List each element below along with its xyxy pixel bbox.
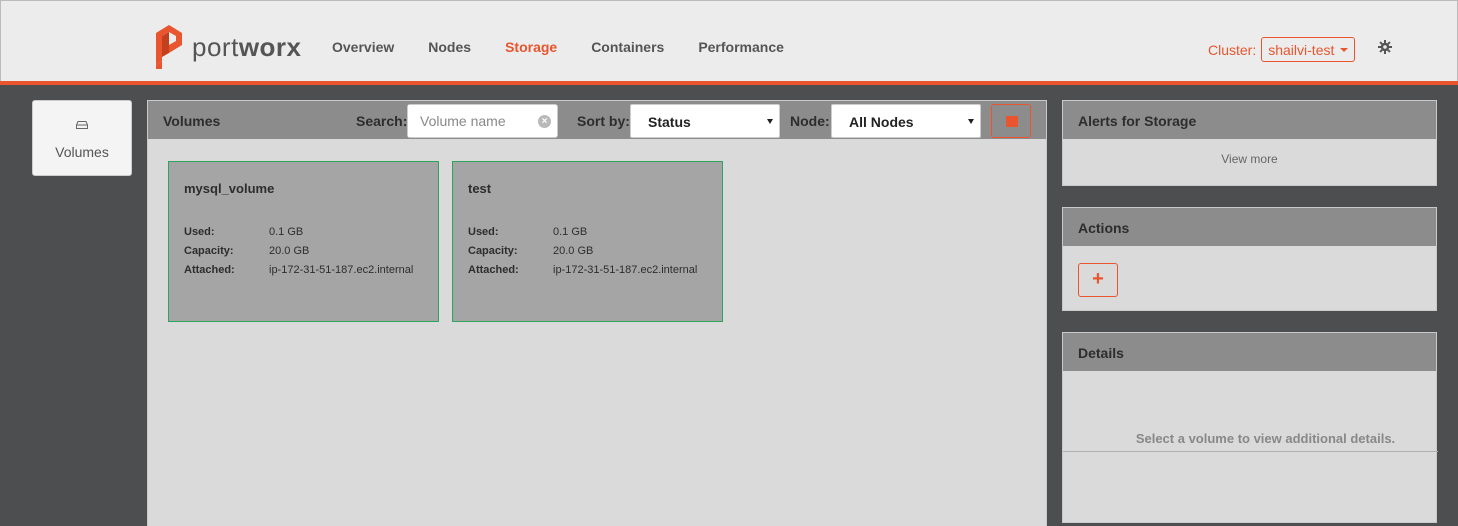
details-panel-header: Details bbox=[1063, 333, 1436, 371]
nav-overview[interactable]: Overview bbox=[332, 39, 394, 55]
nav-storage[interactable]: Storage bbox=[505, 39, 557, 55]
volume-capacity-row: Capacity: 20.0 GB bbox=[184, 245, 310, 257]
search-input[interactable] bbox=[408, 105, 528, 137]
dropdown-arrow-icon bbox=[767, 119, 773, 124]
details-empty-message: Select a volume to view additional detai… bbox=[1135, 431, 1396, 446]
clear-search-icon[interactable]: × bbox=[538, 115, 551, 128]
search-label: Search: bbox=[356, 113, 408, 129]
logo-wordmark: portworx bbox=[192, 31, 302, 62]
add-volume-button[interactable]: + bbox=[1078, 263, 1118, 297]
volumes-panel-header: Volumes Search: × Sort by: Status Node: … bbox=[148, 101, 1046, 139]
actions-panel-header: Actions bbox=[1063, 208, 1436, 246]
navbar-accent-line bbox=[0, 81, 1458, 85]
details-panel-title: Details bbox=[1078, 345, 1124, 361]
sort-select[interactable]: Status bbox=[630, 104, 780, 138]
alerts-panel: Alerts for Storage View more bbox=[1062, 100, 1437, 186]
actions-panel-title: Actions bbox=[1078, 220, 1130, 236]
volume-attached-row: Attached: ip-172-31-51-187.ec2.internal bbox=[468, 264, 698, 276]
sidebar-item-label: Volumes bbox=[55, 144, 109, 160]
volume-attached-row: Attached: ip-172-31-51-187.ec2.internal bbox=[184, 264, 414, 276]
portworx-logo[interactable]: portworx bbox=[156, 25, 302, 69]
sidebar-item-volumes[interactable]: Volumes bbox=[32, 100, 132, 176]
node-label: Node: bbox=[790, 113, 830, 129]
nav-performance[interactable]: Performance bbox=[698, 39, 784, 55]
view-more-link[interactable]: View more bbox=[1063, 139, 1436, 166]
divider bbox=[1063, 451, 1438, 452]
volume-card[interactable]: mysql_volume Used: 0.1 GB Capacity: 20.0 G… bbox=[168, 161, 439, 322]
alerts-panel-title: Alerts for Storage bbox=[1078, 113, 1197, 129]
volume-capacity-row: Capacity: 20.0 GB bbox=[468, 245, 594, 257]
portworx-logo-mark-icon bbox=[156, 25, 182, 69]
volume-used-row: Used: 0.1 GB bbox=[184, 226, 304, 238]
node-select[interactable]: All Nodes bbox=[831, 104, 981, 138]
cluster-value: shailvi-test bbox=[1268, 41, 1335, 58]
grid-view-toggle[interactable] bbox=[991, 104, 1031, 138]
top-navbar: portworx Overview Nodes Storage Containe… bbox=[0, 0, 1458, 81]
details-panel: Details Select a volume to view addition… bbox=[1062, 332, 1438, 523]
search-box: × bbox=[407, 104, 558, 138]
volume-card[interactable]: test Used: 0.1 GB Capacity: 20.0 GB Attach… bbox=[452, 161, 723, 322]
chevron-down-icon bbox=[1340, 47, 1349, 52]
cluster-selector: Cluster: shailvi-test bbox=[1208, 37, 1356, 62]
volumes-panel-title: Volumes bbox=[163, 113, 221, 129]
hdd-icon bbox=[76, 121, 88, 129]
sort-select-value: Status bbox=[648, 114, 691, 130]
sort-label: Sort by: bbox=[577, 113, 630, 129]
cluster-label: Cluster: bbox=[1208, 41, 1257, 58]
cluster-dropdown[interactable]: shailvi-test bbox=[1261, 37, 1356, 62]
actions-panel: Actions + bbox=[1062, 207, 1437, 311]
dropdown-arrow-icon bbox=[968, 119, 974, 124]
volumes-panel: Volumes Search: × Sort by: Status Node: … bbox=[147, 100, 1047, 526]
volume-name: mysql_volume bbox=[184, 181, 275, 196]
gear-icon[interactable] bbox=[1378, 40, 1392, 54]
grid-view-icon bbox=[1006, 116, 1018, 127]
alerts-panel-header: Alerts for Storage bbox=[1063, 101, 1436, 139]
node-select-value: All Nodes bbox=[849, 114, 914, 130]
nav-containers[interactable]: Containers bbox=[591, 39, 664, 55]
main-nav: Overview Nodes Storage Containers Perfor… bbox=[332, 39, 818, 55]
nav-nodes[interactable]: Nodes bbox=[428, 39, 471, 55]
volume-name: test bbox=[468, 181, 492, 196]
volume-used-row: Used: 0.1 GB bbox=[468, 226, 588, 238]
